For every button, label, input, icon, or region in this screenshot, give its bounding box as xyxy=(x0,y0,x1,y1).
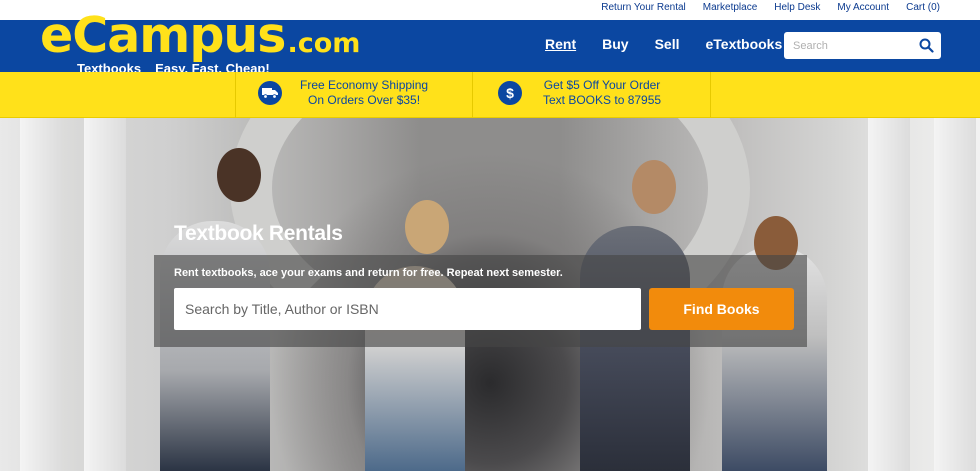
find-books-button[interactable]: Find Books xyxy=(649,288,794,330)
hero-pillar xyxy=(20,118,62,471)
promo-discount[interactable]: $ Get $5 Off Your Order Text BOOKS to 87… xyxy=(498,78,661,108)
hero-photo-head xyxy=(632,160,676,214)
promo-shipping[interactable]: Free Economy Shipping On Orders Over $35… xyxy=(258,78,428,108)
hero-pillar xyxy=(868,118,910,471)
promo-divider xyxy=(710,72,711,118)
promo-divider xyxy=(235,72,236,118)
hero-pillar xyxy=(84,118,126,471)
promo-strip: Free Economy Shipping On Orders Over $35… xyxy=(0,72,980,118)
utility-link-return-rental[interactable]: Return Your Rental xyxy=(601,2,686,13)
promo-shipping-line1: Free Economy Shipping xyxy=(300,78,429,92)
utility-nav: Return Your Rental Marketplace Help Desk… xyxy=(601,2,940,13)
search-icon[interactable] xyxy=(919,38,934,58)
site-header: eCampus .com Textbooks Easy. Fast. Cheap! … xyxy=(0,8,980,76)
hero-subtitle: Rent textbooks, ace your exams and retur… xyxy=(174,267,563,279)
utility-link-my-account[interactable]: My Account xyxy=(837,2,889,13)
promo-shipping-text: Free Economy Shipping On Orders Over $35… xyxy=(300,78,428,108)
promo-discount-text: Get $5 Off Your Order Text BOOKS to 8795… xyxy=(543,78,661,108)
utility-link-marketplace[interactable]: Marketplace xyxy=(703,2,757,13)
truck-icon xyxy=(258,81,282,105)
hero-title: Textbook Rentals xyxy=(174,222,343,245)
hero-pillar xyxy=(934,118,976,471)
dollar-icon: $ xyxy=(498,81,522,105)
promo-discount-line1: Get $5 Off Your Order xyxy=(543,78,661,92)
nav-etextbooks[interactable]: eTextbooks xyxy=(705,36,782,52)
logo-suffix: .com xyxy=(287,28,361,59)
hero-banner: Textbook Rentals Rent textbooks, ace you… xyxy=(0,118,980,471)
nav-sell[interactable]: Sell xyxy=(655,36,680,52)
hero-photo-head xyxy=(405,200,449,254)
promo-discount-line2: Text BOOKS to 87955 xyxy=(543,93,662,107)
utility-link-help-desk[interactable]: Help Desk xyxy=(774,2,820,13)
nav-rent[interactable]: Rent xyxy=(545,36,576,52)
nav-buy[interactable]: Buy xyxy=(602,36,628,52)
promo-shipping-line2: On Orders Over $35! xyxy=(308,93,421,107)
promo-divider xyxy=(472,72,473,118)
header-search xyxy=(784,32,941,59)
hero-search-panel: Rent textbooks, ace your exams and retur… xyxy=(154,255,807,347)
hero-photo-head xyxy=(217,148,261,202)
header-search-input[interactable] xyxy=(784,32,904,59)
utility-link-cart[interactable]: Cart (0) xyxy=(906,2,940,13)
main-nav: Rent Buy Sell eTextbooks xyxy=(545,36,782,52)
book-search-input[interactable] xyxy=(174,288,641,330)
site-logo[interactable]: eCampus .com Textbooks Easy. Fast. Cheap! xyxy=(40,8,360,77)
logo-main-text: eCampus xyxy=(40,7,286,64)
